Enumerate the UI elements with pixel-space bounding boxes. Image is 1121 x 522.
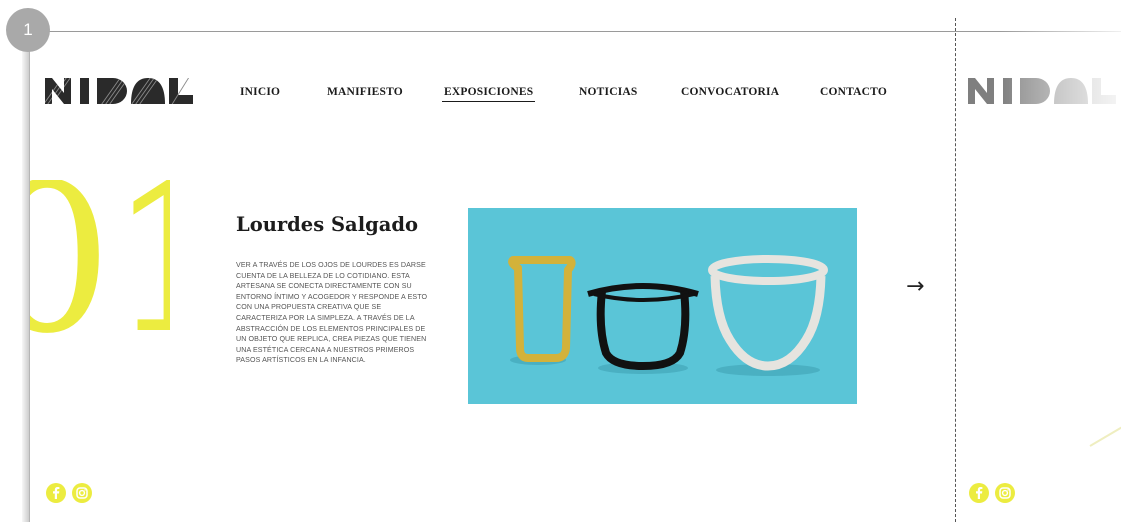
instagram-icon[interactable] (995, 483, 1015, 503)
main-nav: INICIO MANIFIESTO EXPOSICIONES NOTICIAS … (0, 86, 900, 102)
artist-description: VER A TRAVÉS DE LOS OJOS DE LOURDES ES D… (236, 261, 428, 365)
nav-exposiciones[interactable]: EXPOSICIONES (441, 86, 536, 102)
social-links (46, 483, 92, 503)
nav-manifiesto[interactable]: MANIFIESTO (327, 86, 403, 98)
next-arrow-icon[interactable]: → (906, 276, 924, 298)
instagram-icon[interactable] (72, 483, 92, 503)
facebook-icon[interactable] (46, 483, 66, 503)
next-slide-decoration (1089, 426, 1121, 447)
frame-top-line (30, 31, 1121, 32)
nav-convocatoria[interactable]: CONVOCATORIA (681, 86, 779, 98)
step-badge: 1 (6, 8, 50, 52)
next-slide-social-links (969, 483, 1015, 503)
nav-inicio[interactable]: INICIO (240, 86, 280, 98)
facebook-icon[interactable] (969, 483, 989, 503)
artist-name: Lourdes Salgado (236, 213, 419, 236)
artwork-image[interactable] (468, 208, 857, 404)
slide-divider (955, 18, 956, 522)
nav-contacto[interactable]: CONTACTO (820, 86, 887, 98)
nav-noticias[interactable]: NOTICIAS (579, 86, 637, 98)
exhibition-number-text: 01 (30, 180, 170, 370)
exhibition-number: 01 (30, 180, 170, 370)
